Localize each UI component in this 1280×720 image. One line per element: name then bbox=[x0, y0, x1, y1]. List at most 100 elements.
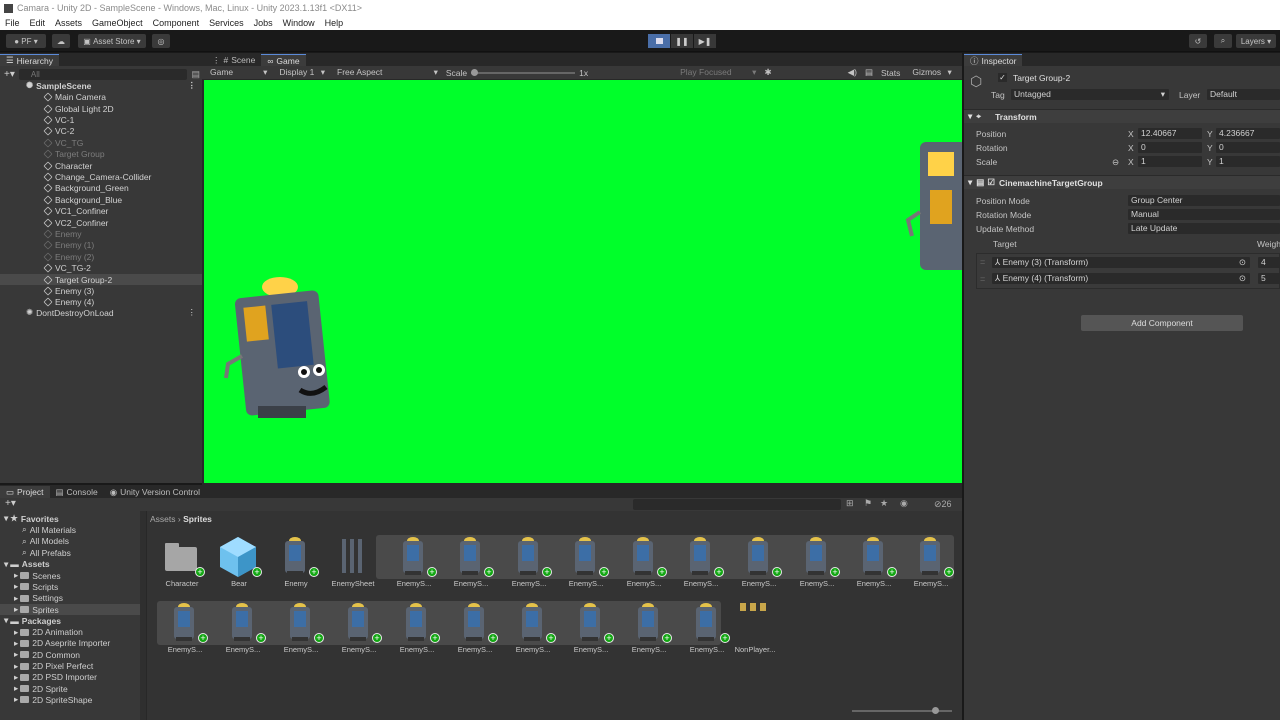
search-button[interactable]: ⌕ bbox=[1214, 34, 1232, 48]
aspect-dropdown[interactable]: Free Aspect ▾ bbox=[329, 67, 442, 78]
asset-item[interactable]: + EnemyS... bbox=[903, 535, 959, 597]
layer-dropdown[interactable]: Default bbox=[1207, 89, 1280, 100]
asset-item[interactable]: + EnemyS... bbox=[386, 535, 442, 597]
asset-item[interactable]: + EnemyS... bbox=[157, 601, 213, 663]
game-mode-dropdown[interactable]: Game ▾ bbox=[202, 67, 271, 78]
hierarchy-item[interactable]: Main Camera bbox=[0, 92, 202, 103]
hierarchy-item[interactable]: VC2_Confiner bbox=[0, 217, 202, 228]
rotation-x-field[interactable]: 0 bbox=[1138, 142, 1202, 153]
add-icon[interactable]: +▾ bbox=[4, 69, 15, 80]
drag-handle-icon[interactable]: = bbox=[980, 274, 985, 284]
asset-item[interactable]: + EnemyS... bbox=[846, 535, 902, 597]
account-dropdown[interactable]: ● PF ▾ bbox=[6, 34, 46, 48]
menu-gameobject[interactable]: GameObject bbox=[87, 18, 148, 28]
breadcrumb-sprites[interactable]: Sprites bbox=[183, 514, 212, 524]
tree-item[interactable]: ▸ Scenes bbox=[0, 570, 140, 581]
filter-label-icon[interactable]: ⚑ bbox=[864, 498, 872, 509]
position-mode-dropdown[interactable]: Group Center bbox=[1128, 195, 1280, 206]
hierarchy-item[interactable]: VC-2 bbox=[0, 126, 202, 137]
asset-item[interactable]: NonPlayer... bbox=[727, 601, 783, 663]
asset-item[interactable]: + EnemyS... bbox=[273, 601, 329, 663]
more-icon[interactable]: ⋮ bbox=[188, 80, 197, 91]
tree-item[interactable]: ⌕ All Materials bbox=[0, 524, 140, 535]
update-method-dropdown[interactable]: Late Update bbox=[1128, 223, 1280, 234]
add-asset-icon[interactable]: +▾ bbox=[5, 498, 16, 509]
link-icon[interactable]: ⊖ bbox=[1112, 157, 1119, 168]
stats-button[interactable]: Stats bbox=[877, 68, 904, 78]
asset-item[interactable]: + EnemyS... bbox=[621, 601, 677, 663]
hierarchy-item[interactable]: VC1_Confiner bbox=[0, 206, 202, 217]
hierarchy-item[interactable]: Background_Blue bbox=[0, 194, 202, 205]
zoom-slider[interactable] bbox=[852, 707, 952, 714]
scale-slider-handle[interactable] bbox=[471, 68, 479, 76]
tree-packages-header[interactable]: ▾ ▬ Packages bbox=[0, 615, 140, 626]
add-component-button[interactable]: Add Component bbox=[1081, 315, 1243, 331]
bug-icon[interactable]: ✱ bbox=[760, 67, 775, 78]
tab-project[interactable]: ▭ Project bbox=[0, 486, 50, 498]
tree-item[interactable]: ▸ 2D Aseprite Importer bbox=[0, 638, 140, 649]
breadcrumb-assets[interactable]: Assets bbox=[150, 514, 176, 524]
component-enabled-checkbox[interactable]: ☑ bbox=[987, 177, 995, 188]
tree-item[interactable]: ⌕ All Models bbox=[0, 536, 140, 547]
hierarchy-item[interactable]: VC_TG bbox=[0, 137, 202, 148]
tree-item[interactable]: ▸ 2D SpriteShape bbox=[0, 694, 140, 705]
active-checkbox[interactable]: ✓ bbox=[998, 73, 1007, 82]
asset-item[interactable]: + EnemyS... bbox=[505, 601, 561, 663]
transform-header[interactable]: ▾ ⌖ Transform bbox=[964, 109, 1280, 123]
more-icon[interactable]: ⋮ bbox=[188, 307, 197, 318]
asset-item[interactable]: EnemySheet bbox=[325, 535, 381, 597]
tree-item[interactable]: ▸ 2D PSD Importer bbox=[0, 672, 140, 683]
hierarchy-item[interactable]: Enemy (2) bbox=[0, 251, 202, 262]
position-y-field[interactable]: 4.236667 bbox=[1216, 128, 1280, 139]
tree-item[interactable]: ▸ Scripts bbox=[0, 581, 140, 592]
ctg-header[interactable]: ▾ ▤ ☑ CinemachineTargetGroup bbox=[964, 175, 1280, 189]
asset-item[interactable]: + EnemyS... bbox=[789, 535, 845, 597]
hierarchy-item[interactable]: Enemy (1) bbox=[0, 240, 202, 251]
step-button[interactable]: ▶❚ bbox=[694, 34, 716, 48]
tab-hierarchy[interactable]: ☰ Hierarchy bbox=[0, 54, 59, 66]
target-0-weight[interactable]: 4 bbox=[1258, 257, 1280, 268]
menu-component[interactable]: Component bbox=[148, 18, 205, 28]
tree-favorites-header[interactable]: ▾ ★ Favorites bbox=[0, 513, 140, 524]
menu-help[interactable]: Help bbox=[320, 18, 349, 28]
tab-inspector[interactable]: ⓘ Inspector bbox=[964, 54, 1023, 66]
target-1-weight[interactable]: 5 bbox=[1258, 273, 1280, 284]
hierarchy-item[interactable]: Change_Camera-Collider bbox=[0, 171, 202, 182]
asset-item[interactable]: + EnemyS... bbox=[443, 535, 499, 597]
tree-item[interactable]: ⌕ All Prefabs bbox=[0, 547, 140, 558]
asset-item[interactable]: + Character bbox=[154, 535, 210, 597]
pause-button[interactable]: ❚❚ bbox=[671, 34, 693, 48]
layers-dropdown[interactable]: Layers ▾ bbox=[1236, 34, 1276, 48]
menu-jobs[interactable]: Jobs bbox=[249, 18, 278, 28]
asset-item[interactable]: + EnemyS... bbox=[731, 535, 787, 597]
tag-dropdown[interactable]: Untagged ▾ bbox=[1011, 89, 1169, 100]
tree-scrollbar[interactable] bbox=[140, 511, 146, 720]
hierarchy-item[interactable]: Target Group bbox=[0, 149, 202, 160]
asset-item[interactable]: + Enemy bbox=[268, 535, 324, 597]
tree-item[interactable]: ▸ 2D Sprite bbox=[0, 683, 140, 694]
zoom-slider-handle[interactable] bbox=[932, 707, 939, 714]
tree-item[interactable]: ▸ 2D Common bbox=[0, 649, 140, 660]
hierarchy-item[interactable]: VC-1 bbox=[0, 114, 202, 125]
tab-game[interactable]: ∞ Game bbox=[261, 54, 306, 66]
layout-icon[interactable]: ▤ bbox=[861, 67, 877, 78]
object-name-field[interactable]: Target Group-2 bbox=[1013, 73, 1070, 83]
asset-item[interactable]: + EnemyS... bbox=[616, 535, 672, 597]
rotation-mode-dropdown[interactable]: Manual bbox=[1128, 209, 1280, 220]
tree-item[interactable]: ▸ 2D Animation bbox=[0, 627, 140, 638]
tree-item[interactable]: ▸ Settings bbox=[0, 593, 140, 604]
game-viewport[interactable] bbox=[204, 80, 962, 483]
tree-item[interactable]: ▸ 2D Pixel Perfect bbox=[0, 660, 140, 672]
dont-destroy-row[interactable]: ✺ DontDestroyOnLoad ⋮ bbox=[0, 307, 202, 318]
tab-scene[interactable]: ⋮ # Scene bbox=[206, 54, 261, 66]
audio-icon[interactable]: ◀) bbox=[844, 67, 861, 78]
play-button[interactable] bbox=[648, 34, 670, 48]
history-button[interactable]: ↺ bbox=[1189, 34, 1207, 48]
star-icon[interactable]: ★ bbox=[880, 498, 888, 509]
asset-item[interactable]: + EnemyS... bbox=[447, 601, 503, 663]
asset-store-button[interactable]: ▣ Asset Store ▾ bbox=[78, 34, 146, 48]
hierarchy-item[interactable]: Enemy bbox=[0, 228, 202, 239]
target-1-field[interactable]: ⅄ Enemy (4) (Transform) ⊙ bbox=[992, 273, 1250, 284]
play-focused-dropdown[interactable]: Play Focused ▾ bbox=[672, 67, 760, 78]
hierarchy-item[interactable]: VC_TG-2 bbox=[0, 263, 202, 274]
